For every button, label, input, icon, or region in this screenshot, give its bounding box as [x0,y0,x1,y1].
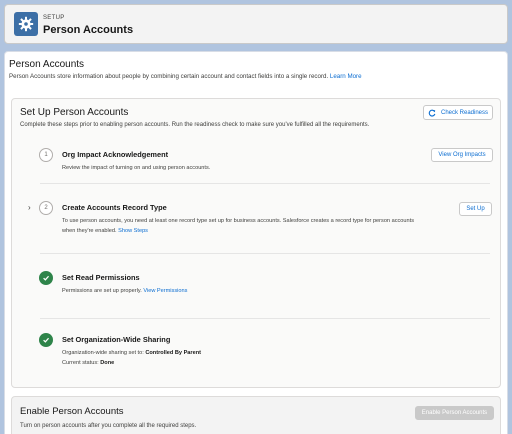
setup-card: Set Up Person Accounts Complete these st… [11,98,501,388]
step-description-line1: To use person accounts, you need at leas… [62,218,414,224]
step-description-line2: when they're enabled. Show Steps [62,226,414,236]
step-title: Set Organization-Wide Sharing [62,335,171,344]
divider [40,253,490,254]
current-status-line: Current status: Done [62,358,201,368]
step-number: 1 [39,148,53,162]
gear-icon [14,12,38,36]
step-org-impact: 1 Org Impact Acknowledgement Review the … [28,148,498,178]
page-description-text: Person Accounts store information about … [9,73,329,80]
step-title: Set Read Permissions [62,273,140,282]
view-org-impacts-button[interactable]: View Org Impacts [431,148,493,162]
step-description: Organization-wide sharing set to: Contro… [62,348,201,368]
divider [40,183,490,184]
step-read-permissions: Set Read Permissions Permissions are set… [28,271,498,301]
current-status-label: Current status: [62,360,99,366]
chevron-right-icon[interactable]: › [28,203,31,212]
enable-description: Turn on person accounts after you comple… [20,423,197,429]
page-title: Person Accounts [9,59,85,70]
step-number: 2 [39,201,53,215]
step-description-text: Permissions are set up properly. [62,288,142,294]
sharing-setting-value: Controlled By Parent [145,350,201,356]
step-description: Review the impact of turning on and usin… [62,165,211,171]
main-panel: Person Accounts Person Accounts store in… [4,51,508,434]
current-status-value: Done [100,360,115,366]
step-title: Create Accounts Record Type [62,203,167,212]
page-description: Person Accounts store information about … [9,73,362,80]
divider [40,318,490,319]
step-title: Org Impact Acknowledgement [62,150,169,159]
set-up-button[interactable]: Set Up [459,202,492,216]
step-org-wide-sharing: Set Organization-Wide Sharing Organizati… [28,333,498,373]
show-steps-link[interactable]: Show Steps [118,228,148,234]
refresh-icon [428,109,436,117]
learn-more-link[interactable]: Learn More [330,73,362,80]
checkmark-icon [39,333,53,347]
enable-card: Enable Person Accounts Turn on person ac… [11,396,501,434]
check-readiness-button[interactable]: Check Readiness [423,105,493,120]
step-record-type: › 2 Create Accounts Record Type To use p… [28,201,498,237]
header-title: Person Accounts [43,24,134,36]
step-description: To use person accounts, you need at leas… [62,216,414,236]
step-description-line2-text: when they're enabled. [62,228,117,234]
sharing-setting-label: Organization-wide sharing set to: [62,350,144,356]
step-description: Permissions are set up properly. View Pe… [62,286,187,296]
checkmark-icon [39,271,53,285]
setup-title: Set Up Person Accounts [20,107,129,118]
enable-title: Enable Person Accounts [20,406,124,417]
enable-person-accounts-button[interactable]: Enable Person Accounts [415,406,494,420]
setup-description: Complete these steps prior to enabling p… [20,122,370,128]
sharing-setting-line: Organization-wide sharing set to: Contro… [62,348,201,358]
check-readiness-label: Check Readiness [440,109,489,116]
header-eyebrow: SETUP [43,15,65,21]
view-permissions-link[interactable]: View Permissions [143,288,187,294]
page-header: SETUP Person Accounts [4,4,508,44]
